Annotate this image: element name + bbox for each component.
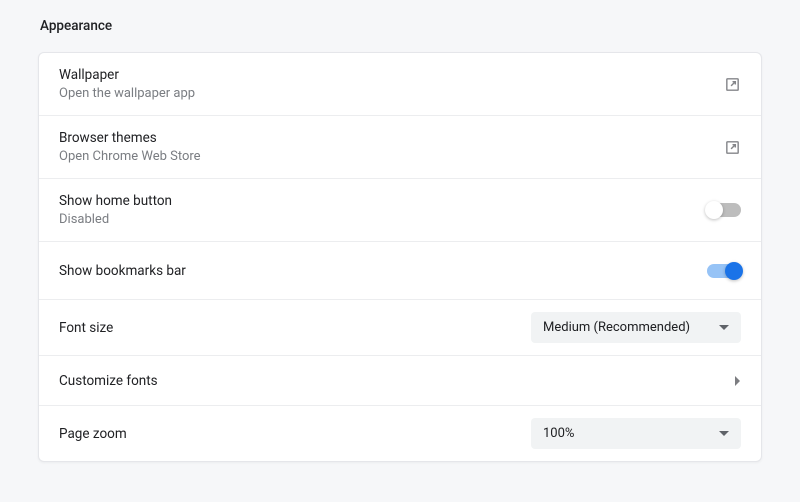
wallpaper-row[interactable]: Wallpaper Open the wallpaper app	[39, 53, 761, 116]
page-zoom-row: Page zoom 100%	[39, 406, 761, 461]
customize-fonts-title: Customize fonts	[59, 373, 158, 389]
home-button-title: Show home button	[59, 193, 172, 209]
customize-fonts-row[interactable]: Customize fonts	[39, 356, 761, 406]
bookmarks-bar-toggle[interactable]	[707, 264, 741, 278]
font-size-select[interactable]: Medium (Recommended)	[531, 312, 741, 343]
dropdown-arrow-icon	[719, 431, 729, 437]
page-zoom-select[interactable]: 100%	[531, 418, 741, 449]
themes-subtitle: Open Chrome Web Store	[59, 149, 201, 164]
show-bookmarks-bar-row: Show bookmarks bar	[39, 242, 761, 300]
page-zoom-value: 100%	[543, 426, 574, 441]
toggle-knob	[705, 201, 723, 219]
settings-appearance-section: Appearance Wallpaper Open the wallpaper …	[0, 0, 800, 482]
dropdown-arrow-icon	[719, 325, 729, 331]
external-link-icon	[724, 139, 741, 156]
section-title: Appearance	[38, 18, 762, 34]
home-button-toggle[interactable]	[707, 203, 741, 217]
external-link-icon	[724, 76, 741, 93]
wallpaper-subtitle: Open the wallpaper app	[59, 86, 195, 101]
font-size-value: Medium (Recommended)	[543, 320, 690, 335]
chevron-right-icon	[735, 376, 741, 386]
page-zoom-title: Page zoom	[59, 426, 127, 442]
font-size-title: Font size	[59, 320, 113, 336]
themes-title: Browser themes	[59, 130, 201, 146]
row-text: Browser themes Open Chrome Web Store	[59, 130, 201, 164]
show-home-button-row: Show home button Disabled	[39, 179, 761, 242]
row-text: Show bookmarks bar	[59, 263, 186, 279]
home-button-subtitle: Disabled	[59, 212, 172, 227]
row-text: Show home button Disabled	[59, 193, 172, 227]
bookmarks-bar-title: Show bookmarks bar	[59, 263, 186, 279]
font-size-row: Font size Medium (Recommended)	[39, 300, 761, 356]
wallpaper-title: Wallpaper	[59, 67, 195, 83]
settings-card: Wallpaper Open the wallpaper app Browser…	[38, 52, 762, 462]
row-text: Wallpaper Open the wallpaper app	[59, 67, 195, 101]
toggle-knob	[725, 262, 743, 280]
browser-themes-row[interactable]: Browser themes Open Chrome Web Store	[39, 116, 761, 179]
